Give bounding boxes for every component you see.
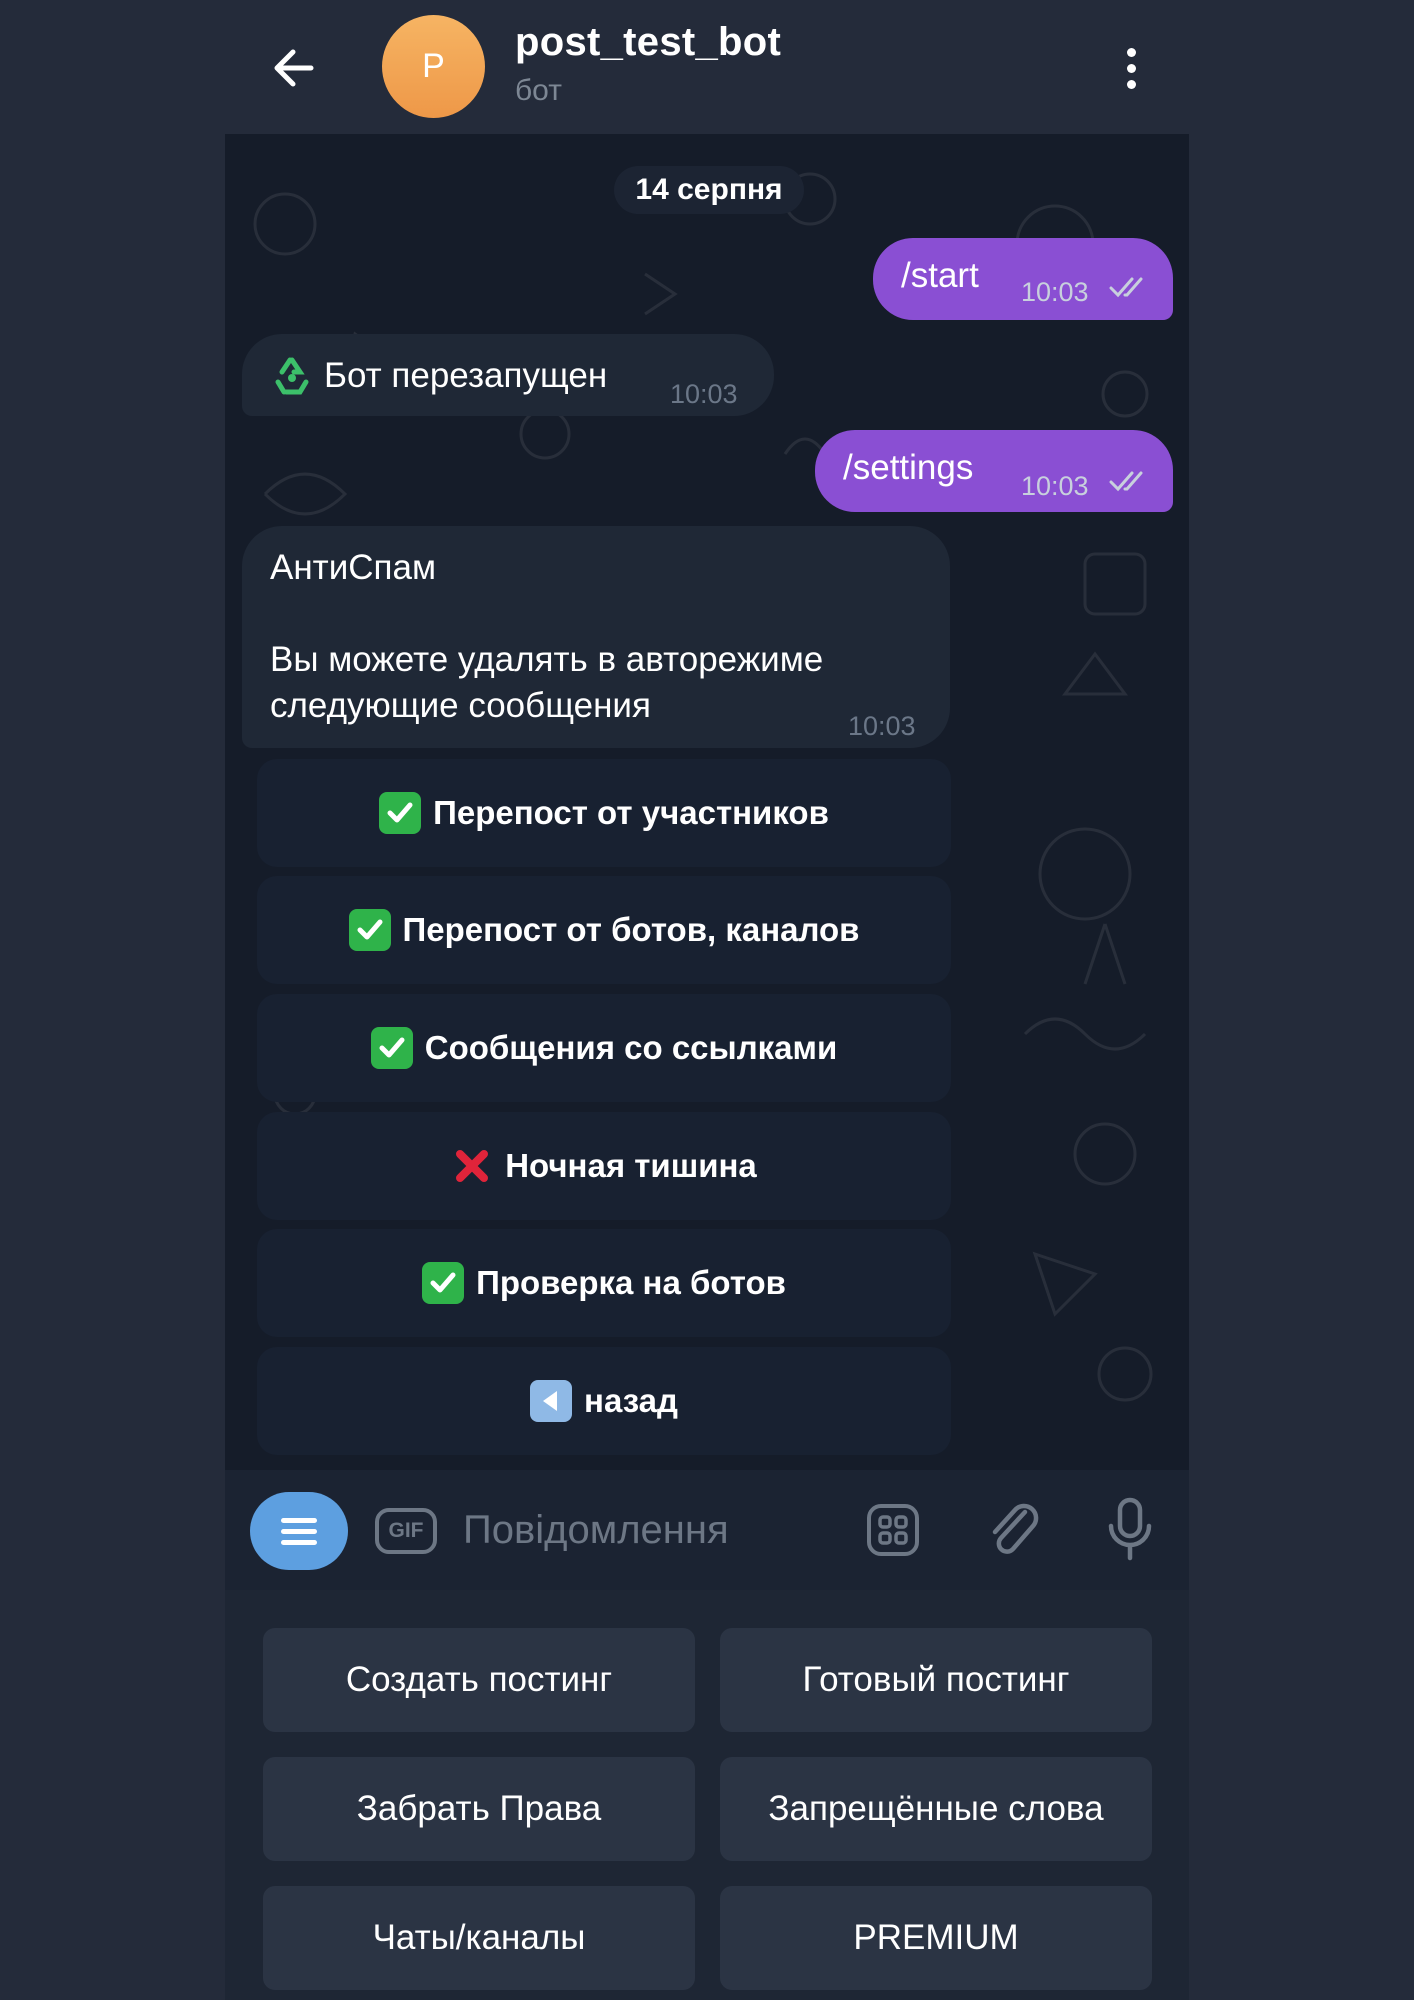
more-menu-button[interactable] <box>1111 40 1151 96</box>
gif-icon[interactable]: GIF <box>375 1508 437 1554</box>
message-text: /start <box>901 256 979 295</box>
chat-subtitle: бот <box>515 74 562 107</box>
message-input-bar: GIF <box>225 1470 1189 1590</box>
message-time: 10:03 <box>1021 471 1089 501</box>
inline-button-label: Перепост от участников <box>433 794 829 831</box>
inline-button-links[interactable]: Сообщения со ссылками <box>257 994 951 1102</box>
reply-button-ready-posting[interactable]: Готовый постинг <box>720 1628 1152 1732</box>
menu-icon <box>281 1517 317 1523</box>
inline-button-repost-bots-channels[interactable]: Перепост от ботов, каналов <box>257 876 951 984</box>
avatar-letter: P <box>422 47 445 85</box>
reply-button-chats-channels[interactable]: Чаты/каналы <box>263 1886 695 1990</box>
chat-header: P post_test_bot бот <box>225 0 1189 134</box>
recycle-icon <box>275 357 309 395</box>
message-title: АнтиСпам <box>270 548 437 587</box>
reply-button-take-rights[interactable]: Забрать Права <box>263 1757 695 1861</box>
message-time: 10:03 <box>848 711 916 741</box>
inline-button-label: Сообщения со ссылками <box>424 1029 838 1066</box>
double-check-icon <box>1109 471 1143 492</box>
arrow-left-icon <box>274 49 314 87</box>
message-input[interactable] <box>463 1500 823 1560</box>
avatar[interactable]: P <box>382 15 485 118</box>
reply-keyboard: Создать постинг Готовый постинг Забрать … <box>225 1590 1189 2000</box>
inline-button-repost-members[interactable]: Перепост от участников <box>257 759 951 867</box>
check-mark-icon <box>348 909 391 951</box>
incoming-message[interactable]: АнтиСпам Вы можете удалять в авторежиме … <box>242 526 950 748</box>
double-check-icon <box>1109 277 1143 298</box>
inline-button-label: Ночная тишина <box>505 1147 757 1184</box>
more-vertical-icon <box>1126 47 1136 57</box>
microphone-icon[interactable] <box>1105 1496 1155 1562</box>
cross-mark-icon <box>451 1145 493 1187</box>
inline-button-back[interactable]: назад <box>257 1347 951 1455</box>
inline-button-label: Перепост от ботов, каналов <box>402 911 860 948</box>
chat-title[interactable]: post_test_bot <box>515 20 781 65</box>
date-separator: 14 серпня <box>614 166 804 214</box>
message-text: Бот перезапущен <box>324 356 608 395</box>
reply-button-forbidden-words[interactable]: Запрещённые слова <box>720 1757 1152 1861</box>
message-time: 10:03 <box>670 379 738 409</box>
bot-keyboard-icon[interactable] <box>865 1502 921 1558</box>
outgoing-message[interactable]: /start 10:03 <box>873 238 1173 320</box>
back-button[interactable] <box>265 40 321 96</box>
check-mark-icon <box>370 1027 413 1069</box>
incoming-message[interactable]: Бот перезапущен 10:03 <box>242 334 774 416</box>
outgoing-message[interactable]: /settings 10:03 <box>815 430 1173 512</box>
message-time: 10:03 <box>1021 277 1089 307</box>
chat-area[interactable]: 14 серпня /start 10:03 Бот перезапущен 1… <box>225 134 1189 1470</box>
check-mark-icon <box>422 1262 465 1304</box>
inline-button-bot-check[interactable]: Проверка на ботов <box>257 1229 951 1337</box>
reply-button-create-posting[interactable]: Создать постинг <box>263 1628 695 1732</box>
inline-button-label: Проверка на ботов <box>476 1264 786 1301</box>
check-mark-icon <box>379 792 422 834</box>
inline-button-night-silence[interactable]: Ночная тишина <box>257 1112 951 1220</box>
back-arrow-icon <box>530 1380 573 1422</box>
attach-icon[interactable] <box>985 1500 1041 1560</box>
telegram-chat-screen: P post_test_bot бот 14 серпня /start 10:… <box>225 0 1189 2000</box>
inline-button-label: назад <box>584 1382 678 1419</box>
bot-menu-button[interactable] <box>250 1492 348 1570</box>
message-text-line1: Вы можете удалять в авторежиме <box>270 640 824 679</box>
message-text-line2: следующие сообщения <box>270 686 651 725</box>
reply-button-premium[interactable]: PREMIUM <box>720 1886 1152 1990</box>
message-text: /settings <box>843 448 974 487</box>
